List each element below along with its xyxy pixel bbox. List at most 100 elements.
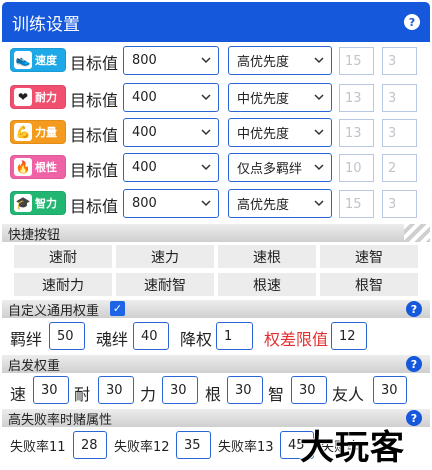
shoe-icon: 👟 — [14, 51, 32, 69]
target-label: 目标值 — [70, 54, 119, 73]
inspire-input[interactable]: 30 — [373, 376, 407, 404]
inspire-input[interactable]: 30 — [33, 376, 69, 404]
inspire-label: 智 — [268, 385, 285, 404]
chevron-down-icon — [201, 200, 211, 207]
chevron-down-icon — [201, 57, 211, 64]
reduce-weight-input[interactable]: 1 — [216, 322, 253, 350]
target-value: 400 — [132, 90, 157, 105]
custom-weight-title: 自定义通用权重 — [8, 303, 100, 319]
target-value: 800 — [132, 196, 157, 211]
stat-badge: ❤ 耐力 — [10, 85, 66, 109]
target-value-select[interactable]: 400 — [123, 83, 219, 112]
fail-rate-13-label: 失败率13 — [218, 440, 274, 455]
quick-button[interactable]: 根智 — [320, 273, 418, 296]
chevron-down-icon — [314, 164, 324, 171]
page-title: 训练设置 — [12, 14, 80, 35]
inspire-label: 根 — [205, 385, 222, 404]
priority-select[interactable]: 高优先度 — [228, 189, 332, 218]
quick-button[interactable]: 速力 — [116, 245, 214, 268]
high-failure-title: 高失败率时赌属性 — [8, 412, 113, 428]
title-bar: 训练设置 ? — [2, 2, 430, 42]
quick-button[interactable]: 速耐 — [14, 245, 112, 268]
priority-select[interactable]: 中优先度 — [228, 83, 332, 112]
target-label: 目标值 — [70, 197, 119, 216]
target-value-select[interactable]: 400 — [123, 118, 219, 147]
stat-row: 🔥 根性 目标值 400 仅点多羁绊 10 2 — [10, 152, 430, 184]
custom-weight-header: 自定义通用权重 ✓ ? — [2, 300, 430, 319]
weight-diff-limit-input[interactable]: 12 — [331, 322, 367, 350]
inspire-label: 速 — [10, 385, 27, 404]
target-value-select[interactable]: 400 — [123, 153, 219, 182]
inspire-input[interactable]: 30 — [98, 376, 134, 404]
stat-row: 👟 速度 目标值 800 高优先度 15 3 — [10, 45, 430, 77]
disabled-value-2: 3 — [382, 47, 417, 75]
chevron-down-icon — [314, 94, 324, 101]
quick-buttons-title: 快捷按钮 — [8, 227, 61, 243]
inspire-weight-header: 启发权重 ? — [2, 355, 430, 374]
priority-select[interactable]: 高优先度 — [228, 46, 332, 75]
disabled-value-2: 2 — [382, 154, 417, 182]
stat-badge: 🎓 智力 — [10, 191, 66, 215]
disabled-value-2: 3 — [382, 119, 417, 147]
inspire-label: 力 — [140, 385, 157, 404]
weight-diff-limit-label: 权差限值 — [264, 330, 329, 349]
high-failure-help-icon[interactable]: ? — [406, 410, 422, 426]
inspire-input[interactable]: 30 — [162, 376, 198, 404]
chevron-down-icon — [201, 94, 211, 101]
inspire-weight-help-icon[interactable]: ? — [406, 356, 422, 372]
stat-row: ❤ 耐力 目标值 400 中优先度 13 3 — [10, 82, 430, 114]
fail-rate-11-input[interactable]: 28 — [73, 431, 107, 459]
quick-button[interactable]: 速耐智 — [116, 273, 214, 296]
chevron-down-icon — [314, 57, 324, 64]
quick-button[interactable]: 速根 — [218, 245, 316, 268]
quick-button[interactable]: 根速 — [218, 273, 316, 296]
target-label: 目标值 — [70, 126, 119, 145]
stat-row: 💪 力量 目标值 400 中优先度 13 3 — [10, 117, 430, 149]
target-value: 400 — [132, 125, 157, 140]
heart-icon: ❤ — [14, 88, 32, 106]
stat-name: 根性 — [35, 161, 57, 174]
stat-name: 耐力 — [35, 91, 57, 104]
priority-value: 高优先度 — [237, 198, 290, 213]
target-value-select[interactable]: 800 — [123, 46, 219, 75]
stat-badge: 🔥 根性 — [10, 155, 66, 179]
inspire-input[interactable]: 30 — [291, 376, 327, 404]
bond-input[interactable]: 50 — [49, 322, 85, 350]
priority-value: 中优先度 — [237, 92, 290, 107]
custom-weight-checkbox[interactable]: ✓ — [110, 301, 125, 316]
bond-label: 羁绊 — [10, 330, 43, 349]
inspire-input[interactable]: 30 — [227, 376, 263, 404]
chevron-down-icon — [314, 129, 324, 136]
quick-button[interactable]: 速智 — [320, 245, 418, 268]
quick-button[interactable]: 速耐力 — [14, 273, 112, 296]
target-value: 400 — [132, 160, 157, 175]
disabled-value-1: 13 — [339, 84, 374, 112]
soul-bond-input[interactable]: 40 — [133, 322, 169, 350]
inspire-label: 友人 — [332, 385, 365, 404]
muscle-icon: 💪 — [14, 123, 32, 141]
target-label: 目标值 — [70, 161, 119, 180]
graduation-cap-icon: 🎓 — [14, 194, 32, 212]
disabled-value-2: 3 — [382, 84, 417, 112]
disabled-value-1: 10 — [339, 154, 374, 182]
watermark-logo: 大玩客 — [299, 427, 405, 469]
disabled-value-2: 3 — [382, 190, 417, 218]
priority-select[interactable]: 仅点多羁绊 — [228, 153, 332, 182]
target-value-select[interactable]: 800 — [123, 189, 219, 218]
disabled-value-1: 13 — [339, 119, 374, 147]
fail-rate-12-label: 失败率12 — [114, 440, 170, 455]
custom-weight-help-icon[interactable]: ? — [406, 301, 422, 317]
disabled-value-1: 15 — [339, 190, 374, 218]
reduce-weight-label: 降权 — [180, 330, 213, 349]
fail-rate-12-input[interactable]: 35 — [176, 431, 211, 459]
stat-badge: 💪 力量 — [10, 120, 66, 144]
flame-icon: 🔥 — [14, 158, 32, 176]
target-label: 目标值 — [70, 91, 119, 110]
quick-buttons-header: 快捷按钮 — [2, 224, 430, 243]
target-value: 800 — [132, 53, 157, 68]
help-icon[interactable]: ? — [404, 14, 420, 30]
priority-select[interactable]: 中优先度 — [228, 118, 332, 147]
disabled-value-1: 15 — [339, 47, 374, 75]
stat-row: 🎓 智力 目标值 800 高优先度 15 3 — [10, 188, 430, 220]
stat-name: 力量 — [35, 126, 57, 139]
